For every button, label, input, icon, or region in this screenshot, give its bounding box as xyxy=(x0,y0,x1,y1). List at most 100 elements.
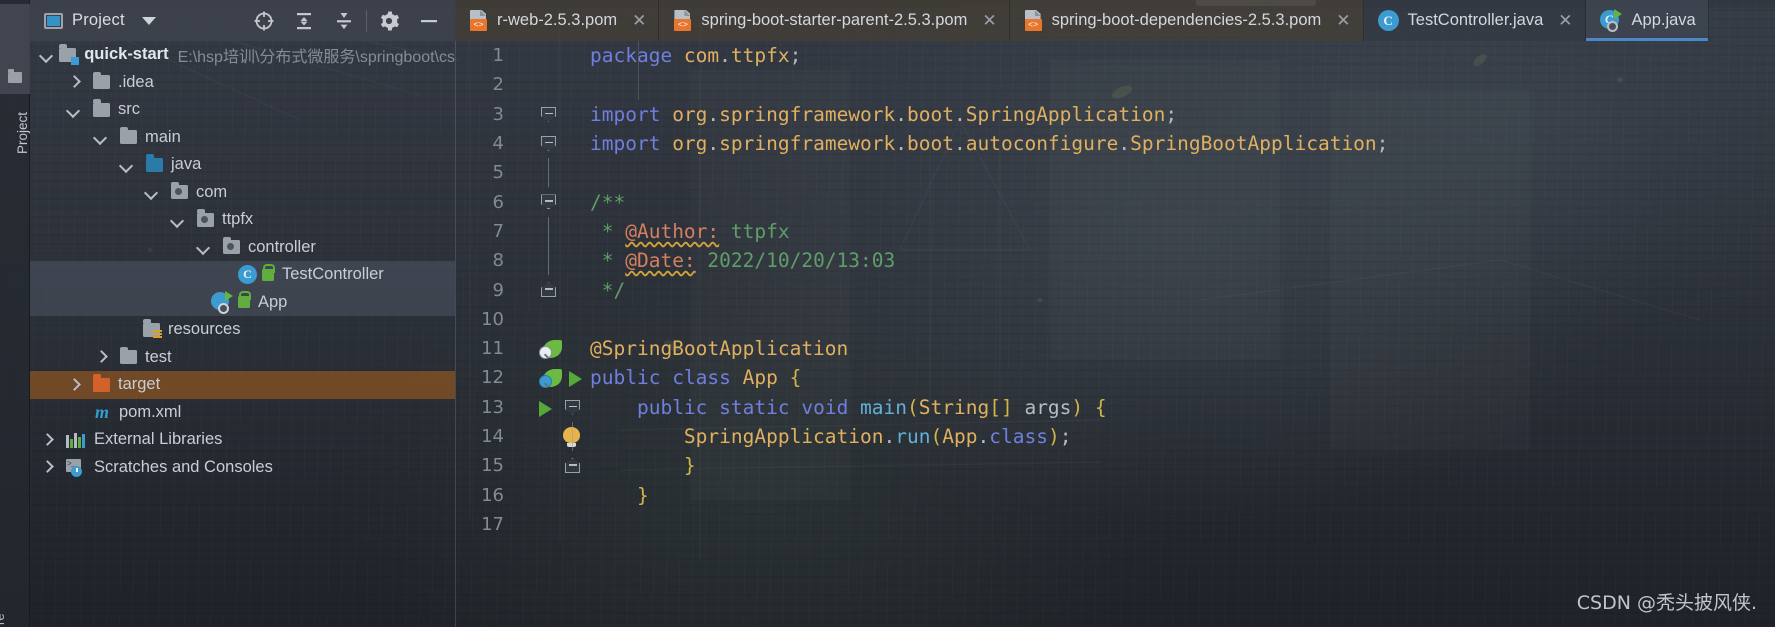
code-text: } xyxy=(683,454,696,478)
source-root-folder-icon xyxy=(146,154,163,172)
editor-tab-0[interactable]: <> r-web-2.5.3.pom ✕ xyxy=(455,0,660,41)
hide-panel-icon[interactable] xyxy=(409,1,449,41)
spring-bean-search-gutter-icon[interactable] xyxy=(539,339,562,359)
public-lock-icon xyxy=(262,263,275,281)
editor-tab-bar: <> r-web-2.5.3.pom ✕ <> spring-boot-star… xyxy=(455,0,1775,41)
line-number: 7 xyxy=(492,220,504,242)
run-gutter-icon[interactable] xyxy=(569,371,582,388)
chevron-right-icon[interactable] xyxy=(38,459,54,475)
editor-tab-4-label: App.java xyxy=(1631,11,1696,29)
chevron-down-icon[interactable] xyxy=(118,157,134,173)
tool-window-button-project-label: Project xyxy=(15,111,30,154)
tree-row-app[interactable]: App xyxy=(30,288,455,316)
gutter-marks xyxy=(515,305,590,334)
chevron-down-icon[interactable] xyxy=(65,102,81,118)
expand-all-icon[interactable] xyxy=(284,1,324,41)
folder-icon xyxy=(120,346,137,365)
tree-label: com xyxy=(196,182,228,201)
locate-icon[interactable] xyxy=(244,1,284,41)
java-runnable-class-icon xyxy=(211,291,233,315)
tree-label: target xyxy=(118,375,161,394)
fold-marker-icon xyxy=(565,458,580,474)
public-lock-icon xyxy=(238,291,251,309)
chevron-down-icon[interactable] xyxy=(38,47,54,63)
tree-row-resources[interactable]: resources xyxy=(30,316,455,344)
collapse-all-icon[interactable] xyxy=(324,1,364,41)
code-line-17: 17 xyxy=(455,510,1775,539)
editor-tab-2-close-icon[interactable]: ✕ xyxy=(1336,12,1350,29)
java-class-icon: C xyxy=(1377,10,1399,31)
chevron-down-icon[interactable] xyxy=(92,129,108,145)
settings-gear-icon[interactable] xyxy=(369,1,409,41)
tree-row-controller[interactable]: controller xyxy=(30,234,455,262)
editor-tab-2-label: spring-boot-dependencies-2.5.3.pom xyxy=(1051,11,1322,29)
project-view-icon xyxy=(44,12,63,29)
tree-row-external-libraries[interactable]: External Libraries xyxy=(30,426,455,454)
project-tree[interactable]: quick-start E:\hsp培训\分布式微服务\springboot\c… xyxy=(30,41,455,627)
package-folder-icon xyxy=(197,209,214,227)
code-text: package com.ttpfx; xyxy=(590,44,802,68)
line-number: 8 xyxy=(492,250,504,272)
line-number: 10 xyxy=(481,308,504,330)
toolbar-divider xyxy=(366,9,367,32)
tree-label: Scratches and Consoles xyxy=(94,457,273,476)
tree-row-src[interactable]: src xyxy=(30,96,455,124)
tree-row-target[interactable]: target xyxy=(30,371,455,399)
editor-tab-3-close-icon[interactable]: ✕ xyxy=(1558,12,1572,29)
chevron-right-icon[interactable] xyxy=(65,377,81,393)
tree-row-idea[interactable]: .idea xyxy=(30,69,455,97)
pom-file-icon: <> xyxy=(673,10,692,31)
tree-label: ttpfx xyxy=(222,210,254,229)
code-text: */ xyxy=(590,278,626,302)
run-gutter-icon[interactable] xyxy=(539,400,552,417)
tree-row-scratches-and-consoles[interactable]: >_ Scratches and Consoles xyxy=(30,454,455,482)
project-panel-title: Project xyxy=(72,11,125,29)
code-line-10: 10 xyxy=(455,305,1775,334)
chevron-right-icon[interactable] xyxy=(65,74,81,90)
chevron-right-icon[interactable] xyxy=(92,349,108,365)
module-folder-icon xyxy=(59,44,80,65)
fold-marker-icon xyxy=(565,399,580,415)
tree-row-ttpfx[interactable]: ttpfx xyxy=(30,206,455,234)
tree-row-testcontroller[interactable]: C TestController xyxy=(30,261,455,289)
editor-tab-3[interactable]: C TestController.java ✕ xyxy=(1363,0,1586,41)
code-line-11: 11 @SpringBootApplication xyxy=(455,334,1775,363)
spring-bean-gutter-icon[interactable] xyxy=(539,369,562,389)
tree-row-com[interactable]: com xyxy=(30,179,455,207)
chevron-down-icon[interactable] xyxy=(195,239,211,255)
editor-tab-1[interactable]: <> spring-boot-starter-parent-2.5.3.pom … xyxy=(659,0,1010,41)
line-number: 1 xyxy=(492,45,504,67)
gutter-marks xyxy=(515,41,639,71)
tree-label: pom.xml xyxy=(119,402,182,421)
code-line-1: 1 package com.ttpfx; xyxy=(455,41,1775,71)
gutter-marks xyxy=(515,275,590,304)
code-text: import org.springframework.boot.autoconf… xyxy=(590,132,1389,156)
chevron-down-icon[interactable] xyxy=(143,184,159,200)
tree-label: .idea xyxy=(118,72,154,91)
gutter-marks xyxy=(515,480,590,509)
tree-row-java[interactable]: java xyxy=(30,151,455,179)
chevron-right-icon[interactable] xyxy=(38,432,54,448)
tree-label: External Libraries xyxy=(94,430,223,449)
tree-row-quick-start[interactable]: quick-start E:\hsp培训\分布式微服务\springboot\c… xyxy=(30,41,455,69)
editor-tab-4[interactable]: C App.java xyxy=(1585,0,1709,41)
tree-row-test[interactable]: test xyxy=(30,344,455,372)
tree-label: controller xyxy=(248,237,316,256)
tree-row-pom-xml[interactable]: m pom.xml xyxy=(30,399,455,427)
tool-window-button-bottom-label[interactable]: re xyxy=(0,613,7,625)
code-line-6: 6 /** xyxy=(455,187,1775,216)
editor-tab-2[interactable]: <> spring-boot-dependencies-2.5.3.pom ✕ xyxy=(1009,0,1364,41)
tool-window-button-project[interactable]: Project xyxy=(0,4,30,154)
code-editor[interactable]: 1 package com.ttpfx; 2 3 import org.spri… xyxy=(455,41,1775,627)
editor-tab-0-close-icon[interactable]: ✕ xyxy=(632,12,646,29)
chevron-down-icon[interactable] xyxy=(141,16,156,25)
editor-tab-1-close-icon[interactable]: ✕ xyxy=(982,12,996,29)
line-number: 5 xyxy=(492,162,504,184)
gutter-marks xyxy=(515,246,590,276)
fold-marker-icon xyxy=(541,282,556,298)
tree-row-main[interactable]: main xyxy=(30,124,455,152)
chevron-down-icon[interactable] xyxy=(169,212,185,228)
tree-label: java xyxy=(171,155,202,174)
project-panel-header: Project xyxy=(30,0,455,41)
gutter-marks xyxy=(515,216,590,247)
